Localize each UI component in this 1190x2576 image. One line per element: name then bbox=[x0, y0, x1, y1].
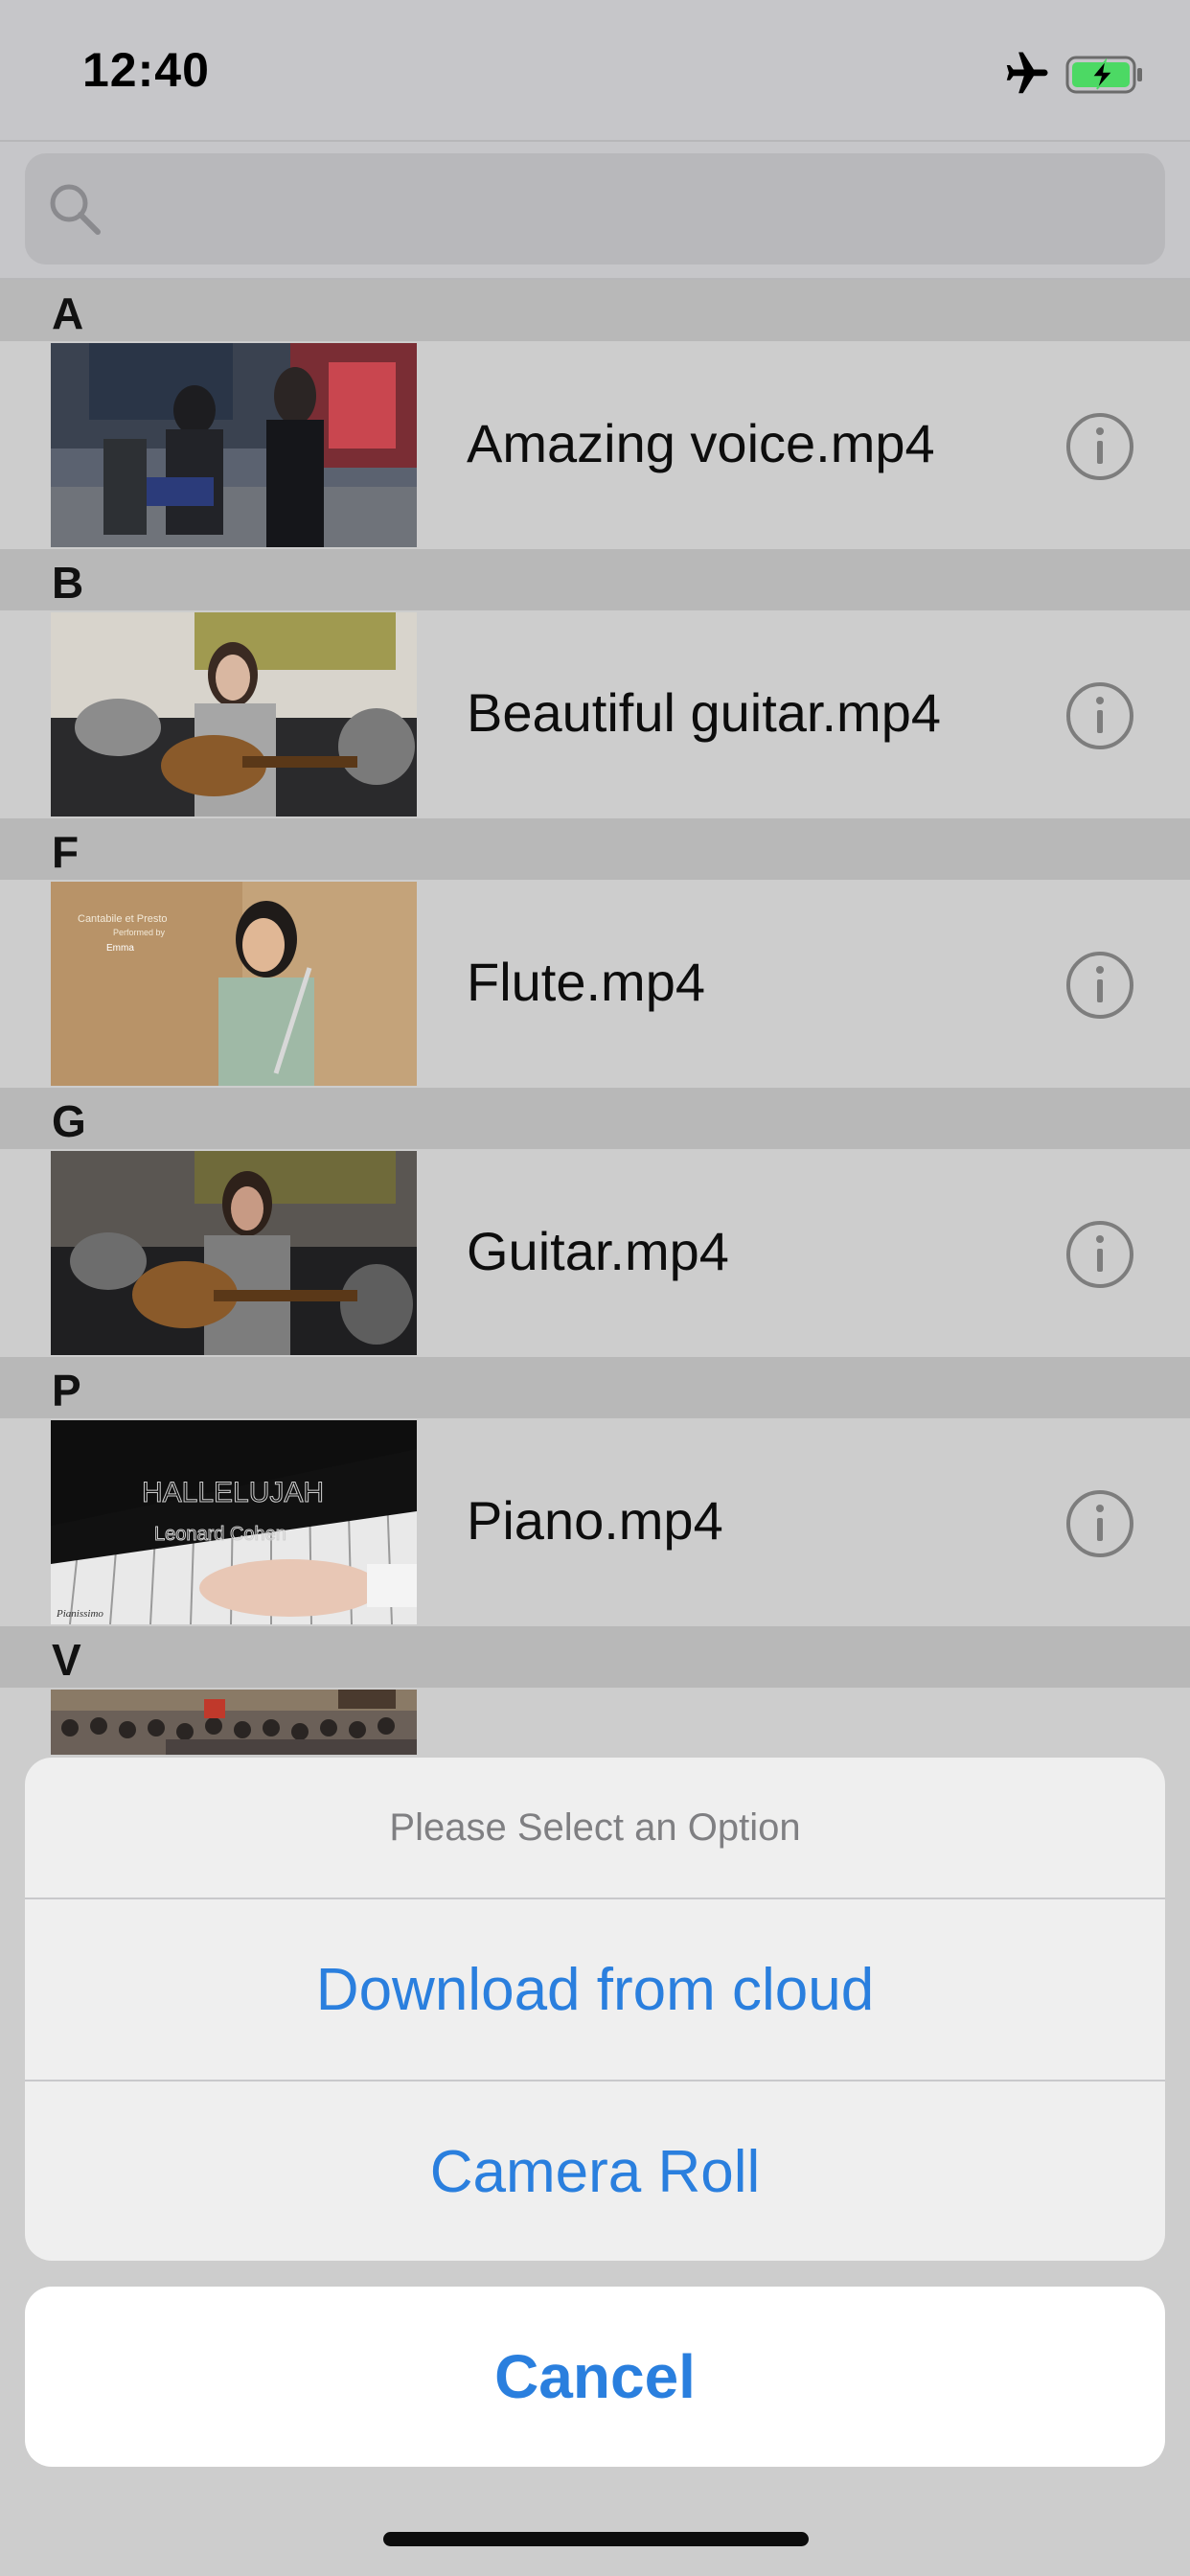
video-title: Beautiful guitar.mp4 bbox=[467, 682, 941, 743]
airplane-icon bbox=[1006, 52, 1048, 94]
battery-charging-icon bbox=[1065, 56, 1142, 94]
info-icon[interactable] bbox=[1065, 951, 1134, 1020]
thumbnail-overlay-text: Cantabile et Presto bbox=[78, 913, 168, 925]
section-letter: P bbox=[52, 1366, 81, 1415]
search-icon bbox=[50, 184, 101, 235]
info-icon[interactable] bbox=[1065, 1220, 1134, 1289]
list-item[interactable]: Amazing voice.mp4 bbox=[0, 341, 1190, 549]
section-header-v: V bbox=[0, 1626, 1190, 1688]
street-performers-thumbnail bbox=[51, 343, 417, 547]
video-title: Guitar.mp4 bbox=[467, 1221, 729, 1281]
piano-hands-thumbnail: HALLELUJAH Leonard Cohen Pianissimo bbox=[51, 1420, 417, 1624]
section-letter: F bbox=[52, 827, 80, 877]
girl-with-flute-thumbnail: Cantabile et Presto Performed by Emma bbox=[51, 882, 417, 1086]
thumbnail-overlay-text: HALLELUJAH bbox=[142, 1477, 324, 1508]
home-indicator[interactable] bbox=[383, 2532, 809, 2546]
list-item[interactable]: Beautiful guitar.mp4 bbox=[0, 610, 1190, 818]
list-item[interactable]: HALLELUJAH Leonard Cohen Pianissimo Pian… bbox=[0, 1418, 1190, 1626]
download-from-cloud-button[interactable]: Download from cloud bbox=[25, 1899, 1165, 2080]
section-header-f: F bbox=[0, 818, 1190, 880]
video-title: Amazing voice.mp4 bbox=[467, 413, 935, 473]
girl-playing-guitar-thumbnail bbox=[51, 612, 417, 816]
list-item[interactable]: Guitar.mp4 bbox=[0, 1149, 1190, 1357]
list-item[interactable]: Cantabile et Presto Performed by Emma Fl… bbox=[0, 880, 1190, 1088]
section-letter: V bbox=[52, 1635, 81, 1685]
info-icon[interactable] bbox=[1065, 1489, 1134, 1558]
action-sheet: Please Select an Option Download from cl… bbox=[25, 1758, 1165, 2261]
section-header-g: G bbox=[0, 1088, 1190, 1149]
section-header-b: B bbox=[0, 549, 1190, 610]
cancel-button[interactable]: Cancel bbox=[25, 2287, 1165, 2467]
thumbnail-overlay-text: Performed by bbox=[113, 928, 166, 937]
info-icon[interactable] bbox=[1065, 681, 1134, 750]
thumbnail-overlay-text: Pianissimo bbox=[56, 1608, 103, 1620]
section-header-p: P bbox=[0, 1357, 1190, 1418]
section-letter: B bbox=[52, 558, 84, 608]
video-list: A Amazing voice.mp4 B Beautiful guitar.m… bbox=[0, 280, 1190, 1755]
status-bar: 12:40 bbox=[0, 0, 1190, 142]
section-letter: G bbox=[52, 1096, 86, 1146]
search-bar bbox=[0, 142, 1190, 280]
crowd-street-thumbnail bbox=[51, 1690, 417, 1755]
section-header-a: A bbox=[0, 280, 1190, 341]
thumbnail-overlay-text: Emma bbox=[106, 943, 134, 954]
thumbnail-overlay-text: Leonard Cohen bbox=[154, 1524, 286, 1545]
section-letter: A bbox=[52, 288, 84, 338]
action-sheet-title: Please Select an Option bbox=[389, 1806, 801, 1849]
video-title: Flute.mp4 bbox=[467, 952, 705, 1012]
video-title: Piano.mp4 bbox=[467, 1490, 723, 1551]
girl-playing-guitar-thumbnail bbox=[51, 1151, 417, 1355]
camera-roll-button[interactable]: Camera Roll bbox=[25, 2082, 1165, 2261]
search-input[interactable] bbox=[25, 153, 1165, 264]
status-time: 12:40 bbox=[82, 43, 210, 97]
info-icon[interactable] bbox=[1065, 412, 1134, 481]
list-item[interactable] bbox=[0, 1688, 1190, 1755]
